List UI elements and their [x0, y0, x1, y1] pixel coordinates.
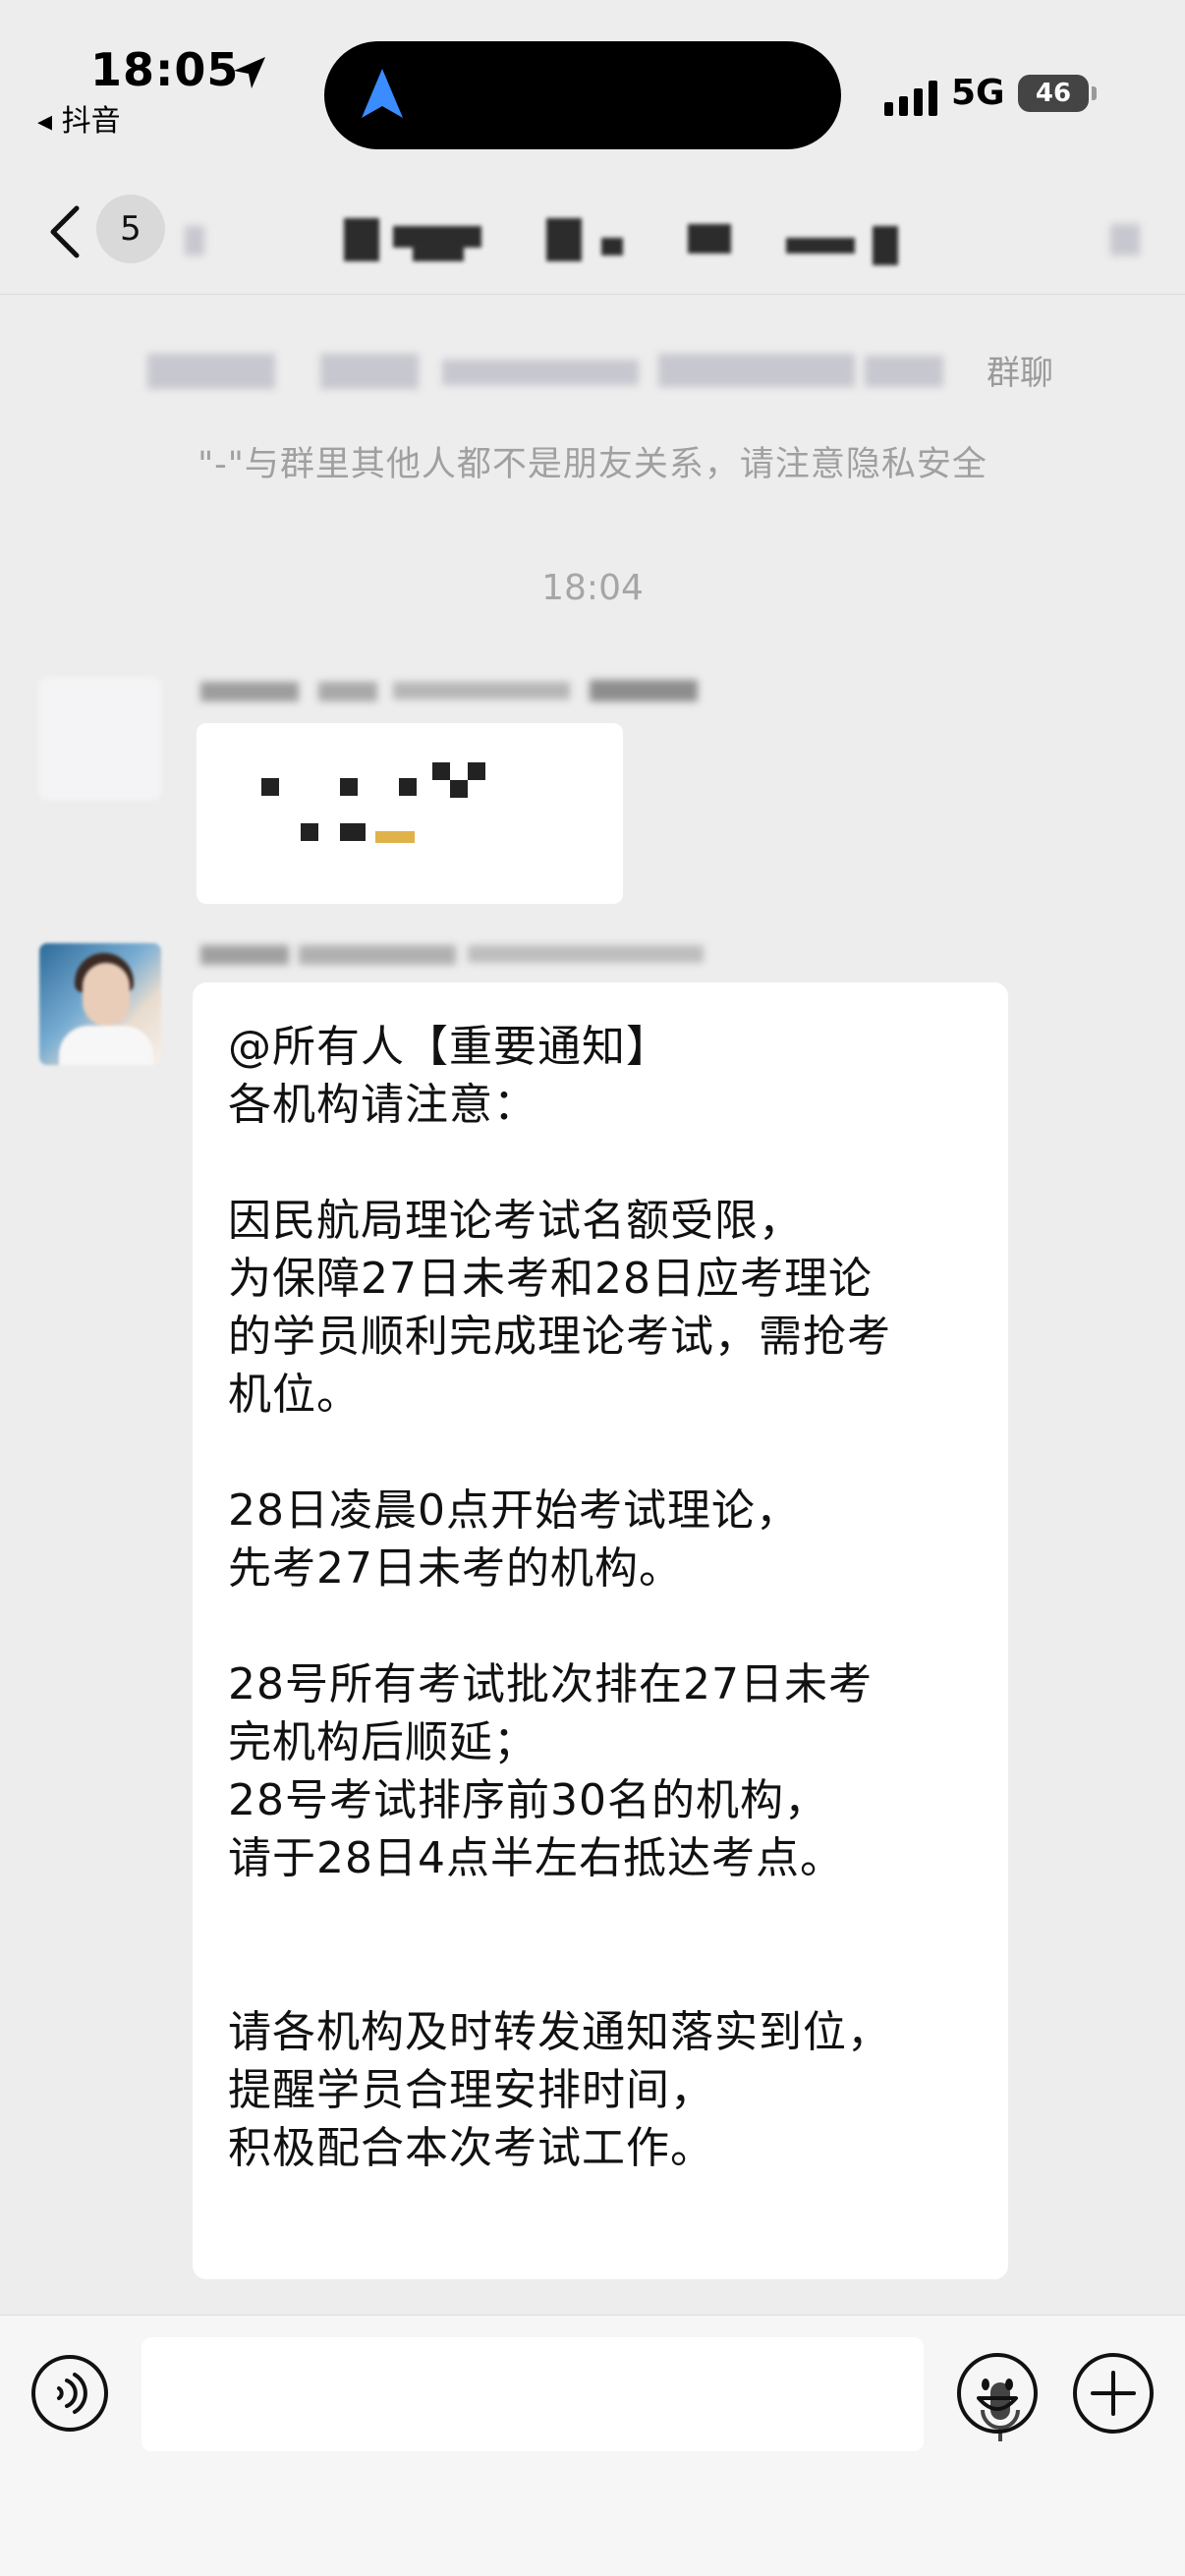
battery-indicator: 46	[1018, 75, 1097, 112]
sender-avatar-redacted[interactable]	[39, 678, 161, 800]
notice-line	[228, 1597, 975, 1655]
dynamic-island[interactable]	[324, 41, 841, 149]
notice-line: 的学员顺利完成理论考试，需抢考	[228, 1312, 891, 1362]
status-bar: 18:05 ◂ 抖音 5G 46	[0, 0, 1185, 167]
notice-line	[228, 1424, 975, 1482]
notice-line: 先考27日未考的机构。	[228, 1543, 683, 1594]
notice-line: 请于28日4点半左右抵达考点。	[228, 1833, 844, 1883]
notice-line: 机位。	[228, 1370, 361, 1420]
notice-message-bubble[interactable]: @所有人【重要通知】 各机构请注意： 因民航局理论考试名额受限， 为保障27日未…	[193, 982, 1008, 2279]
message-bubble-redacted[interactable]	[197, 723, 623, 904]
network-type: 5G	[951, 73, 1005, 113]
location-arrow-icon	[234, 57, 265, 88]
notice-line: @所有人【重要通知】	[228, 1022, 670, 1072]
status-time: 18:05	[90, 43, 240, 96]
time-divider: 18:04	[541, 568, 644, 608]
notice-line	[228, 1134, 975, 1192]
notice-line	[228, 1887, 975, 1945]
notice-line: 28号考试排序前30名的机构，	[228, 1775, 828, 1825]
notice-line: 28号所有考试批次排在27日未考	[228, 1659, 873, 1709]
chat-nav-bar: 5	[0, 167, 1185, 295]
chat-input-bar	[0, 2315, 1185, 2576]
notice-line	[228, 1945, 975, 2003]
voice-icon[interactable]	[29, 2353, 110, 2434]
notice-line: 提醒学员合理安排时间，	[228, 2065, 714, 2115]
notice-line: 积极配合本次考试工作。	[228, 2123, 714, 2173]
chevron-left-icon[interactable]	[45, 202, 85, 261]
notice-line: 各机构请注意：	[228, 1080, 537, 1130]
notice-line: 28日凌晨0点开始考试理论，	[228, 1485, 800, 1536]
signal-strength-icon	[884, 81, 937, 116]
sender-avatar[interactable]	[39, 943, 161, 1065]
emoji-icon[interactable]	[955, 2351, 1040, 2436]
back-to-app-link[interactable]: ◂ 抖音	[37, 96, 121, 140]
notice-line: 因民航局理论考试名额受限，	[228, 1196, 803, 1246]
system-message-suffix: 群聊	[987, 354, 1053, 393]
notice-line: 完机构后顺延；	[228, 1717, 537, 1767]
navigation-arrow-icon	[362, 69, 403, 118]
message-text-input[interactable]	[141, 2337, 1020, 2451]
unread-count-badge[interactable]: 5	[96, 195, 165, 263]
plus-icon[interactable]	[1071, 2351, 1156, 2436]
notice-line: 为保障27日未考和28日应考理论	[228, 1254, 873, 1304]
chat-screen: 18:05 ◂ 抖音 5G 46 5 群聊 "-"与群里其他人都不是朋友关系，请…	[0, 0, 1185, 2576]
privacy-notice: "-"与群里其他人都不是朋友关系，请注意隐私安全	[198, 445, 988, 484]
notice-line: 请各机构及时转发通知落实到位，	[228, 2007, 891, 2057]
